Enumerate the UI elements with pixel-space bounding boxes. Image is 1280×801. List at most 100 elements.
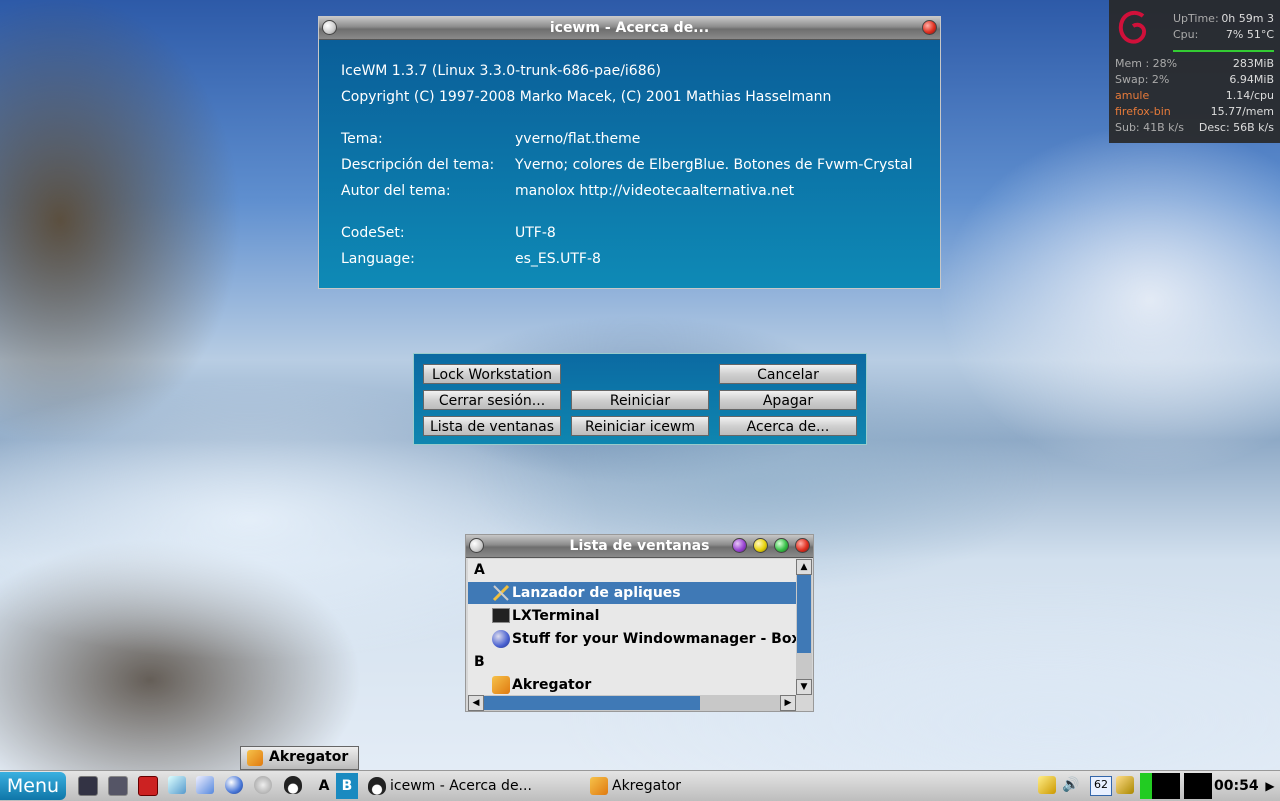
- cpu-meter[interactable]: [1140, 773, 1180, 799]
- language-value: es_ES.UTF-8: [515, 251, 601, 267]
- cpu-meter-bar: [1140, 773, 1152, 799]
- skull-icon[interactable]: [254, 776, 272, 794]
- list-item-lxterminal[interactable]: LXTerminal: [468, 605, 796, 627]
- list-item-lanzador[interactable]: Lanzador de apliques: [468, 582, 796, 604]
- workspace-b-button[interactable]: B: [336, 773, 358, 799]
- window-list-button[interactable]: Lista de ventanas: [423, 416, 561, 436]
- codeset-value: UTF-8: [515, 225, 556, 241]
- task-about-window[interactable]: icewm - Acerca de...: [366, 773, 581, 799]
- cube-icon[interactable]: [168, 776, 186, 794]
- cpu-label: Cpu:: [1173, 28, 1199, 41]
- group-header-a: A: [474, 562, 485, 578]
- minimized-akregator-button[interactable]: Akregator: [240, 746, 359, 770]
- theme-value: yverno/flat.theme: [515, 131, 641, 147]
- tray-counter-value: 62: [1094, 778, 1108, 791]
- app-red-icon[interactable]: [138, 776, 158, 796]
- top-cpu-value: 1.14/cpu: [1225, 89, 1274, 102]
- group-header-b: B: [474, 654, 485, 670]
- theme-author-value: manolox http://videotecaalternativa.net: [515, 183, 795, 199]
- list-item-akregator[interactable]: Akregator: [468, 674, 796, 695]
- scroll-right-arrow[interactable]: ▶: [780, 695, 796, 711]
- about-button[interactable]: Acerca de...: [719, 416, 857, 436]
- horizontal-scrollbar[interactable]: ◀ ▶: [468, 695, 796, 711]
- list-item-box-look[interactable]: Stuff for your Windowmanager - Box-Loo: [468, 628, 796, 650]
- rss-feed-icon: [492, 676, 510, 694]
- close-button[interactable]: [922, 20, 937, 35]
- browser-globe-icon: [492, 630, 510, 648]
- task-akregator-label: Akregator: [612, 778, 682, 794]
- window-list[interactable]: A Lanzador de apliques LXTerminal Stuff …: [468, 559, 796, 695]
- clock[interactable]: 00:54: [1214, 773, 1259, 799]
- start-menu-button[interactable]: Menu: [0, 772, 66, 800]
- menu-label: Menu: [6, 775, 60, 797]
- tux-penguin-icon[interactable]: [284, 776, 302, 794]
- window-menu-button[interactable]: [322, 20, 337, 35]
- system-monitor: UpTime: 0h 59m 3 Cpu: 7% 51°C Mem : 28% …: [1109, 0, 1280, 143]
- show-more-arrow-icon[interactable]: ▶: [1262, 773, 1278, 799]
- language-label: Language:: [341, 251, 415, 267]
- notes-icon[interactable]: [1038, 776, 1056, 794]
- logout-dialog: Lock Workstation Cancelar Cerrar sesión.…: [413, 353, 867, 445]
- version-text: IceWM 1.3.7 (Linux 3.3.0-trunk-686-pae/i…: [341, 63, 661, 79]
- winlist-titlebar[interactable]: Lista de ventanas: [466, 535, 813, 558]
- mem-value: 283MiB: [1232, 57, 1274, 70]
- cpu-value: 7% 51°C: [1225, 28, 1274, 41]
- volume-icon[interactable]: 🔊: [1062, 776, 1080, 794]
- top-cpu-process: amule: [1115, 89, 1150, 102]
- rollup-button[interactable]: [732, 538, 747, 553]
- vertical-scrollbar[interactable]: ▲ ▼: [796, 559, 812, 695]
- task-about-label: icewm - Acerca de...: [390, 778, 532, 794]
- workspace-a-button[interactable]: A: [314, 773, 334, 799]
- copyright-text: Copyright (C) 1997-2008 Marko Macek, (C)…: [341, 89, 832, 105]
- reboot-button[interactable]: Reiniciar: [571, 390, 709, 410]
- net-meter[interactable]: [1184, 773, 1212, 799]
- list-item-label: Stuff for your Windowmanager - Box-Loo: [512, 631, 796, 647]
- uptime-value: 0h 59m 3: [1221, 12, 1274, 25]
- network-icon[interactable]: [1116, 776, 1134, 794]
- scroll-left-arrow[interactable]: ◀: [468, 695, 484, 711]
- shutdown-button[interactable]: Apagar: [719, 390, 857, 410]
- minimized-akregator-label: Akregator: [269, 749, 349, 765]
- top-mem-process: firefox-bin: [1115, 105, 1171, 118]
- task-akregator[interactable]: Akregator: [588, 773, 803, 799]
- about-title: icewm - Acerca de...: [549, 20, 710, 36]
- list-item-label: LXTerminal: [512, 608, 600, 624]
- lock-workstation-button[interactable]: Lock Workstation: [423, 364, 561, 384]
- hscroll-thumb[interactable]: [484, 696, 700, 710]
- scroll-thumb[interactable]: [797, 575, 811, 653]
- window-list-window[interactable]: Lista de ventanas A Lanzador de apliques…: [465, 534, 814, 712]
- browser-globe-icon[interactable]: [225, 776, 243, 794]
- rss-feed-icon: [590, 777, 608, 795]
- maximize-button[interactable]: [774, 538, 789, 553]
- upload-rate: Sub: 41B k/s: [1115, 121, 1184, 134]
- winlist-title: Lista de ventanas: [569, 538, 710, 554]
- mail-icon[interactable]: [196, 776, 214, 794]
- minimize-button[interactable]: [753, 538, 768, 553]
- window-menu-button[interactable]: [469, 538, 484, 553]
- close-button[interactable]: [795, 538, 810, 553]
- scroll-down-arrow[interactable]: ▼: [796, 679, 812, 695]
- restart-icewm-button[interactable]: Reiniciar icewm: [571, 416, 709, 436]
- download-rate: Desc: 56B k/s: [1198, 121, 1274, 134]
- theme-desc-label: Descripción del tema:: [341, 157, 495, 173]
- logout-button[interactable]: Cerrar sesión...: [423, 390, 561, 410]
- tray-counter-badge[interactable]: 62: [1090, 776, 1112, 796]
- scroll-up-arrow[interactable]: ▲: [796, 559, 812, 575]
- theme-desc-value: Yverno; colores de ElbergBlue. Botones d…: [515, 157, 913, 173]
- about-titlebar[interactable]: icewm - Acerca de...: [319, 17, 940, 40]
- terminal-icon: [492, 608, 510, 623]
- cpu-graph: [1173, 44, 1274, 52]
- screen-icon[interactable]: [108, 776, 128, 796]
- about-window[interactable]: icewm - Acerca de... IceWM 1.3.7 (Linux …: [318, 16, 941, 289]
- taskbar: Menu A B icewm - Acerca de... Akregator …: [0, 770, 1280, 801]
- uptime-label: UpTime:: [1173, 12, 1219, 25]
- rss-feed-icon: [247, 750, 263, 766]
- cancel-button[interactable]: Cancelar: [719, 364, 857, 384]
- monitor-icon[interactable]: [78, 776, 98, 796]
- tux-penguin-icon: [368, 777, 386, 795]
- mem-label: Mem : 28%: [1115, 57, 1178, 70]
- swap-value: 6.94MiB: [1229, 73, 1274, 86]
- swap-label: Swap: 2%: [1115, 73, 1170, 86]
- list-item-label: Akregator: [512, 677, 592, 693]
- debian-logo-icon: [1115, 6, 1155, 54]
